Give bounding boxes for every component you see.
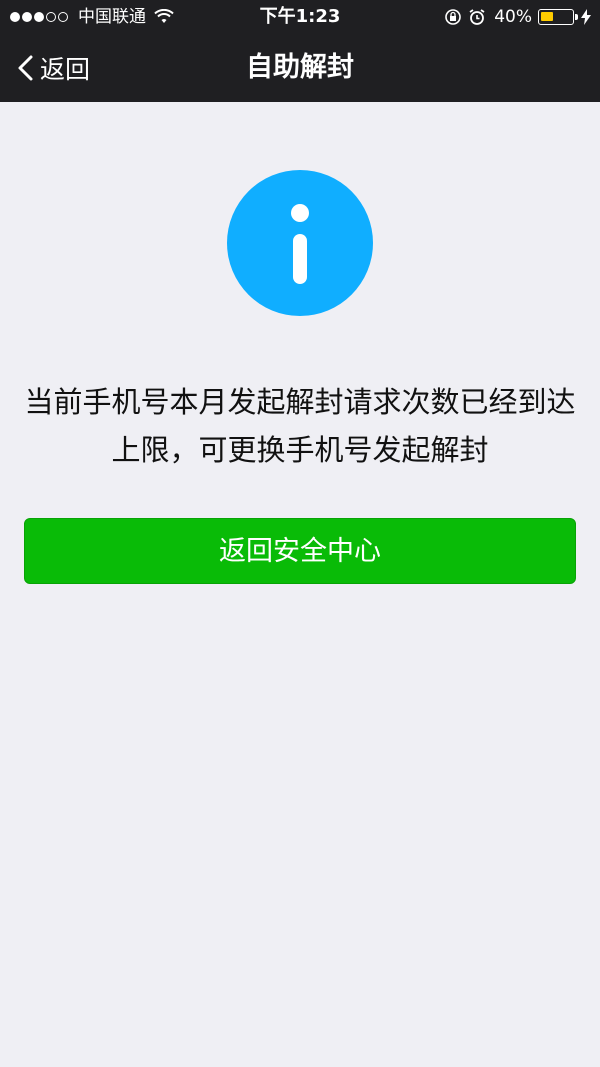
return-security-center-button[interactable]: 返回安全中心 [24, 518, 576, 584]
battery-icon [538, 9, 578, 25]
navigation-bar: 返回 自助解封 [0, 34, 600, 102]
battery-percent: 40% [494, 7, 532, 27]
charging-bolt-icon [581, 9, 591, 25]
top-bar: 中国联通 下午1:23 40% 返回 自助解封 [0, 0, 600, 102]
battery-fill [541, 12, 553, 21]
rotation-lock-icon [445, 9, 462, 25]
alarm-icon [469, 9, 485, 25]
limit-message: 当前手机号本月发起解封请求次数已经到达上限，可更换手机号发起解封 [24, 385, 576, 467]
info-icon [227, 170, 373, 316]
status-bar: 中国联通 下午1:23 40% [0, 0, 600, 34]
main-content: 当前手机号本月发起解封请求次数已经到达上限，可更换手机号发起解封 返回安全中心 [0, 102, 600, 1067]
status-right: 40% [438, 0, 592, 34]
info-icon-bar [293, 234, 307, 284]
page-title: 自助解封 [246, 52, 354, 83]
battery-nub [575, 14, 578, 20]
info-icon-dot [291, 204, 309, 222]
